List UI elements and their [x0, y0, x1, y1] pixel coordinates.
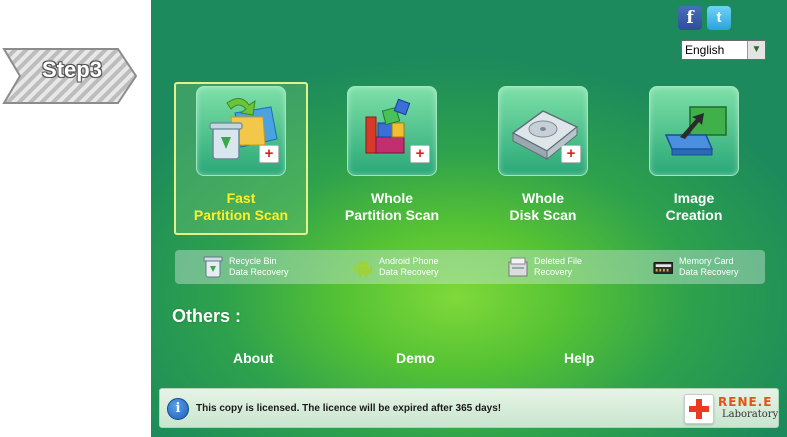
stacked-blocks-icon: + — [347, 86, 437, 176]
sub-label-line1: Memory Card — [679, 256, 734, 266]
tile-label-line2: Partition Scan — [193, 207, 289, 223]
status-bar: i This copy is licensed. The licence wil… — [159, 388, 779, 428]
sub-label-line2: Recovery — [534, 267, 573, 277]
step-label: Step3 — [42, 57, 102, 82]
plus-icon: + — [410, 145, 430, 163]
sub-label-line2: Data Recovery — [679, 267, 739, 277]
deleted-file-icon — [508, 257, 528, 277]
sub-label-line1: Deleted File — [534, 256, 583, 266]
whole-disk-scan-button[interactable]: + Whole Disk Scan — [476, 82, 610, 235]
sub-label-line2: Data Recovery — [229, 267, 289, 277]
tile-label-line1: Fast — [226, 190, 256, 206]
tile-label-line2: Disk Scan — [509, 207, 577, 223]
app-window: f t English ▼ + Fast Partition Scan + Wh… — [151, 0, 787, 437]
demo-link[interactable]: Demo — [396, 350, 435, 366]
image-creation-icon — [649, 86, 739, 176]
tile-label-line1: Image — [673, 190, 715, 206]
image-creation-button[interactable]: Image Creation — [627, 82, 761, 235]
tile-label-line2: Creation — [665, 207, 723, 223]
plus-icon: + — [259, 145, 279, 163]
deleted-file-recovery-button[interactable]: Deleted File Recovery — [508, 250, 638, 284]
tile-label-line2: Partition Scan — [344, 207, 440, 223]
recovery-options-bar: Recycle Bin Data Recovery Android Phone … — [175, 250, 765, 284]
memory-card-icon — [653, 262, 673, 274]
brand-subtitle: Laboratory — [722, 409, 779, 420]
sub-label-line1: Android Phone — [379, 256, 439, 266]
twitter-icon[interactable]: t — [707, 6, 731, 30]
sub-label-line2: Data Recovery — [379, 267, 439, 277]
recycle-folder-icon: + — [196, 86, 286, 176]
recycle-bin-icon — [203, 256, 223, 278]
hard-disk-icon: + — [498, 86, 588, 176]
about-link[interactable]: About — [233, 350, 273, 366]
whole-partition-scan-button[interactable]: + Whole Partition Scan — [325, 82, 459, 235]
fast-partition-scan-button[interactable]: + Fast Partition Scan — [174, 82, 308, 235]
language-value: English — [685, 43, 725, 57]
android-icon — [354, 261, 372, 278]
memory-card-recovery-button[interactable]: Memory Card Data Recovery — [653, 250, 763, 284]
others-heading: Others : — [172, 306, 242, 326]
android-recovery-button[interactable]: Android Phone Data Recovery — [353, 250, 483, 284]
license-message: This copy is licensed. The licence will … — [196, 403, 502, 414]
sub-label-line1: Recycle Bin — [229, 256, 277, 266]
tile-label-line1: Whole — [371, 190, 413, 206]
help-link[interactable]: Help — [564, 350, 594, 366]
tile-label-line1: Whole — [522, 190, 564, 206]
rene-logo-icon — [684, 394, 714, 424]
plus-icon: + — [561, 145, 581, 163]
brand-name: RENE.E — [718, 395, 773, 409]
chevron-down-icon[interactable]: ▼ — [747, 41, 765, 59]
facebook-icon[interactable]: f — [678, 6, 702, 30]
language-select[interactable]: English ▼ — [681, 40, 766, 60]
recycle-bin-recovery-button[interactable]: Recycle Bin Data Recovery — [203, 250, 333, 284]
info-icon: i — [167, 398, 189, 420]
